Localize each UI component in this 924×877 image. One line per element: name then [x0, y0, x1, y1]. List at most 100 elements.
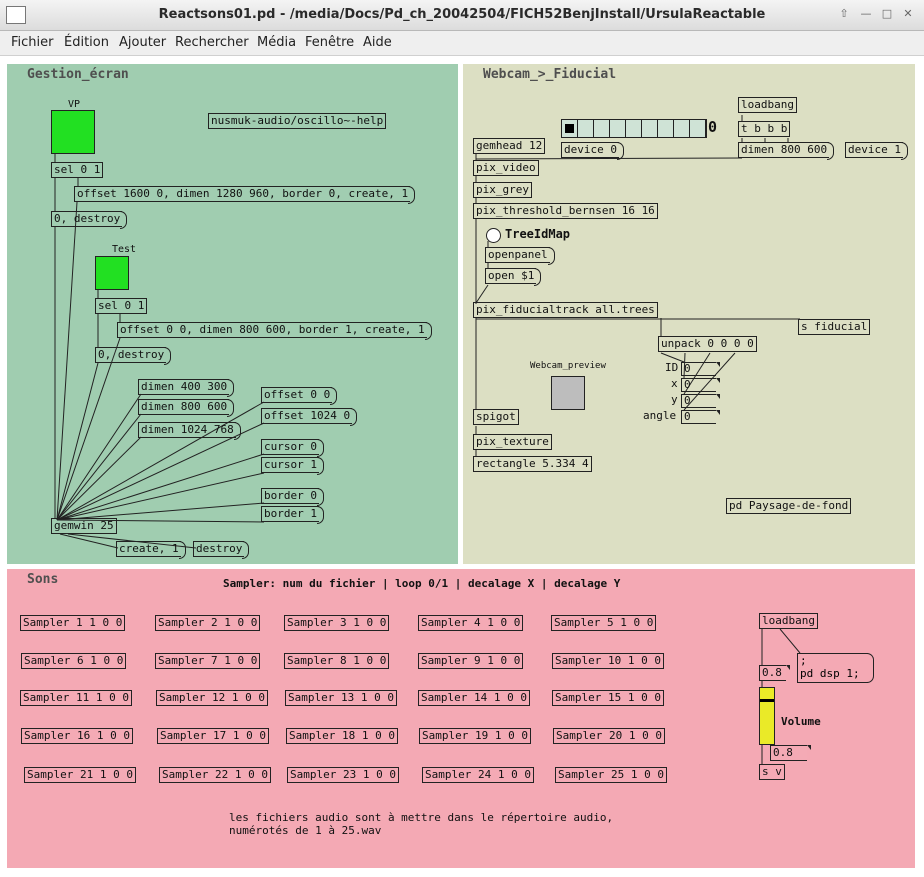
radio-cell[interactable]	[642, 120, 658, 137]
radio-cell-active[interactable]	[562, 120, 578, 137]
dimen-400-message[interactable]: dimen 400 300	[138, 379, 235, 397]
pix-video-object[interactable]: pix_video	[473, 160, 539, 176]
sampler-18[interactable]: Sampler 18 1 0 0	[286, 728, 398, 744]
trigger-object[interactable]: t b b b	[738, 121, 791, 137]
sampler-2[interactable]: Sampler 2 1 0 0	[155, 615, 261, 631]
cursor-0-message[interactable]: cursor 0	[261, 439, 324, 457]
destroy-message-1[interactable]: 0, destroy	[51, 211, 128, 229]
bang-button[interactable]	[486, 228, 501, 243]
help-object[interactable]: nusmuk-audio/oscillo~-help	[208, 113, 387, 129]
sampler-3[interactable]: Sampler 3 1 0 0	[284, 615, 390, 631]
radio-cell[interactable]	[674, 120, 690, 137]
sampler-16[interactable]: Sampler 16 1 0 0	[21, 728, 133, 744]
create-message[interactable]: create, 1	[116, 541, 186, 559]
spigot-object[interactable]: spigot	[473, 409, 519, 425]
sampler-7[interactable]: Sampler 7 1 0 0	[155, 653, 261, 669]
menu-rechercher[interactable]: Rechercher	[175, 35, 249, 50]
pix-grey-object[interactable]: pix_grey	[473, 182, 532, 198]
sampler-14[interactable]: Sampler 14 1 0 0	[418, 690, 530, 706]
sel-object-2[interactable]: sel 0 1	[95, 298, 148, 314]
volume-number[interactable]: 0.8	[770, 745, 811, 761]
close-icon[interactable]: ✕	[900, 7, 916, 21]
radio-value: 0	[708, 118, 718, 136]
maximize-icon[interactable]: □	[879, 7, 895, 21]
border-1-message[interactable]: border 1	[261, 506, 324, 524]
openpanel-object[interactable]: openpanel	[485, 247, 555, 265]
sel-object-1[interactable]: sel 0 1	[51, 162, 104, 178]
dimen-webcam-message[interactable]: dimen 800 600	[738, 142, 835, 160]
vp-toggle[interactable]	[51, 110, 95, 154]
sampler-13[interactable]: Sampler 13 1 0 0	[285, 690, 397, 706]
minimize-icon[interactable]: —	[858, 7, 874, 21]
webcam-preview-canvas[interactable]	[551, 376, 585, 410]
sampler-15[interactable]: Sampler 15 1 0 0	[552, 690, 664, 706]
pix-threshold-object[interactable]: pix_threshold_bernsen 16 16	[473, 203, 658, 219]
device-0-message[interactable]: device 0	[561, 142, 624, 160]
test-toggle[interactable]	[95, 256, 129, 290]
sampler-8[interactable]: Sampler 8 1 0 0	[284, 653, 390, 669]
x-number[interactable]: 0	[681, 378, 720, 392]
sampler-19[interactable]: Sampler 19 1 0 0	[419, 728, 531, 744]
sampler-1[interactable]: Sampler 1 1 0 0	[20, 615, 126, 631]
menu-fichier[interactable]: Fichier	[11, 35, 54, 50]
rectangle-object[interactable]: rectangle 5.334 4	[473, 456, 592, 472]
device-1-message[interactable]: device 1	[845, 142, 908, 160]
menu-media[interactable]: Média	[257, 35, 296, 50]
sampler-17[interactable]: Sampler 17 1 0 0	[157, 728, 269, 744]
radio-cell[interactable]	[610, 120, 626, 137]
pix-texture-object[interactable]: pix_texture	[473, 434, 552, 450]
destroy-message-2[interactable]: 0, destroy	[95, 347, 172, 365]
menu-edition[interactable]: Édition	[64, 35, 109, 50]
pix-fiducialtrack-object[interactable]: pix_fiducialtrack all.trees	[473, 302, 658, 318]
sampler-9[interactable]: Sampler 9 1 0 0	[418, 653, 524, 669]
shade-icon[interactable]: ⇧	[836, 7, 852, 21]
pd-paysage-object[interactable]: pd Paysage-de-fond	[726, 498, 852, 514]
sampler-10[interactable]: Sampler 10 1 0 0	[552, 653, 664, 669]
border-0-message[interactable]: border 0	[261, 488, 324, 506]
unpack-object[interactable]: unpack 0 0 0 0	[658, 336, 757, 352]
radio-cell[interactable]	[594, 120, 610, 137]
radio-cell[interactable]	[690, 120, 706, 137]
id-number[interactable]: 0	[681, 362, 720, 376]
dimen-800-message[interactable]: dimen 800 600	[138, 399, 235, 417]
menu-ajouter[interactable]: Ajouter	[119, 35, 166, 50]
cursor-1-message[interactable]: cursor 1	[261, 457, 324, 475]
menu-fenetre[interactable]: Fenêtre	[305, 35, 354, 50]
sampler-12[interactable]: Sampler 12 1 0 0	[156, 690, 268, 706]
y-number[interactable]: 0	[681, 394, 720, 408]
offset-1024-message[interactable]: offset 1024 0	[261, 408, 358, 426]
sampler-24[interactable]: Sampler 24 1 0 0	[422, 767, 534, 783]
send-v-object[interactable]: s v	[759, 764, 785, 780]
menu-aide[interactable]: Aide	[363, 35, 392, 50]
sampler-21[interactable]: Sampler 21 1 0 0	[24, 767, 136, 783]
loadbang-object-sons[interactable]: loadbang	[759, 613, 818, 629]
volume-slider[interactable]	[759, 687, 775, 745]
sampler-6[interactable]: Sampler 6 1 0 0	[21, 653, 127, 669]
sampler-25[interactable]: Sampler 25 1 0 0	[555, 767, 667, 783]
offset-message-2[interactable]: offset 0 0, dimen 800 600, border 1, cre…	[117, 322, 432, 340]
sampler-4[interactable]: Sampler 4 1 0 0	[418, 615, 524, 631]
s-fiducial-object[interactable]: s fiducial	[798, 319, 871, 335]
sampler-20[interactable]: Sampler 20 1 0 0	[553, 728, 665, 744]
volume-slider-knob[interactable]	[760, 699, 774, 702]
dsp-message[interactable]: ; pd dsp 1;	[797, 653, 874, 683]
offset-00-message[interactable]: offset 0 0	[261, 387, 338, 405]
radio-cell[interactable]	[658, 120, 674, 137]
gemwin-object[interactable]: gemwin 25	[51, 518, 117, 534]
volume-init-number[interactable]: 0.8	[759, 665, 790, 681]
sampler-11[interactable]: Sampler 11 1 0 0	[20, 690, 132, 706]
angle-number[interactable]: 0	[681, 410, 720, 424]
radio-cell[interactable]	[578, 120, 594, 137]
sampler-22[interactable]: Sampler 22 1 0 0	[159, 767, 271, 783]
radio-selector[interactable]	[561, 119, 707, 138]
patch-canvas[interactable]: Gestion_écran VP nusmuk-audio/oscillo~-h…	[0, 56, 924, 877]
destroy-message[interactable]: destroy	[193, 541, 250, 559]
radio-cell[interactable]	[626, 120, 642, 137]
sampler-23[interactable]: Sampler 23 1 0 0	[287, 767, 399, 783]
gemhead-object[interactable]: gemhead 12	[473, 138, 546, 154]
offset-message-1[interactable]: offset 1600 0, dimen 1280 960, border 0,…	[74, 186, 416, 204]
dimen-1024-message[interactable]: dimen 1024 768	[138, 422, 241, 440]
open-message[interactable]: open $1	[485, 268, 542, 286]
sampler-5[interactable]: Sampler 5 1 0 0	[551, 615, 657, 631]
loadbang-object-webcam[interactable]: loadbang	[738, 97, 797, 113]
